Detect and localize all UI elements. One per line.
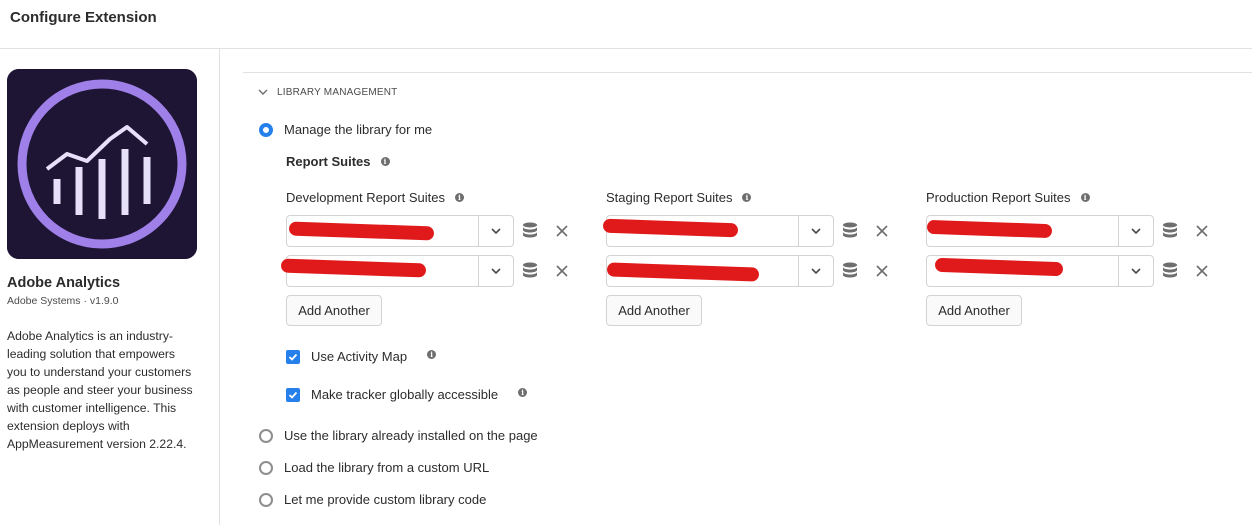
activity-map-checkbox[interactable] [286,349,300,364]
database-icon[interactable] [1160,260,1180,280]
radio-button[interactable] [259,460,273,475]
radio-button[interactable] [259,122,273,137]
radio-label: Load the library from a custom URL [284,460,490,475]
production-suite-input-1[interactable] [927,216,1118,246]
info-icon[interactable]: i [742,193,752,202]
radio-use-installed-library[interactable]: Use the library already installed on the… [259,428,538,443]
production-report-suites-label: Production Report Suites i [926,190,1090,205]
info-icon[interactable]: i [518,388,528,397]
development-suite-input-1[interactable] [287,216,478,246]
page-header: Configure Extension [0,0,1252,49]
development-suite-combobox-1[interactable] [286,215,514,247]
dropdown-button[interactable] [1118,256,1153,286]
database-icon[interactable] [840,220,860,240]
page-title: Configure Extension [10,9,157,26]
chevron-down-icon [811,228,821,235]
extension-sidebar: Adobe Analytics Adobe Systems · v1.9.0 A… [0,49,220,525]
extension-description: Adobe Analytics is an industry-leading s… [7,329,193,451]
column-label: Staging Report Suites [606,190,733,205]
close-icon[interactable] [872,221,892,241]
radio-custom-code[interactable]: Let me provide custom library code [259,492,486,507]
dropdown-button[interactable] [798,216,833,246]
info-icon[interactable]: i [1080,193,1090,202]
info-icon[interactable]: i [454,193,464,202]
extension-meta: Adobe Systems · v1.9.0 [7,295,119,307]
radio-button[interactable] [259,492,273,507]
radio-label: Manage the library for me [284,122,433,137]
staging-report-suites-label: Staging Report Suites i [606,190,752,205]
database-icon[interactable] [520,260,540,280]
database-icon[interactable] [1160,220,1180,240]
radio-label: Let me provide custom library code [284,492,487,507]
section-title: LIBRARY MANAGEMENT [277,86,398,98]
dropdown-button[interactable] [478,216,513,246]
staging-suite-combobox-2[interactable] [606,255,834,287]
radio-button[interactable] [259,428,273,443]
close-icon[interactable] [552,261,572,281]
radio-manage-library[interactable]: Manage the library for me [259,122,432,137]
close-icon[interactable] [1192,221,1212,241]
database-icon[interactable] [840,260,860,280]
dropdown-button[interactable] [798,256,833,286]
activity-map-label: Use Activity Map [311,349,408,364]
checkbox-row-tracker-global[interactable]: Make tracker globally accessible i [286,387,528,402]
close-icon[interactable] [552,221,572,241]
report-suites-label: Report Suites [286,154,371,169]
section-divider [243,72,1252,73]
radio-label: Use the library already installed on the… [284,428,538,443]
config-panel: LIBRARY MANAGEMENT Manage the library fo… [221,49,1252,525]
staging-add-another-button[interactable]: Add Another [606,295,702,326]
column-label: Production Report Suites [926,190,1071,205]
chevron-down-icon [491,268,501,275]
production-suite-input-2[interactable] [927,256,1118,286]
adobe-analytics-logo [7,69,197,259]
staging-suite-input-1[interactable] [607,216,798,246]
dropdown-button[interactable] [478,256,513,286]
staging-suite-input-2[interactable] [607,256,798,286]
chevron-down-icon [1131,268,1141,275]
info-icon[interactable]: i [427,350,437,359]
development-add-another-button[interactable]: Add Another [286,295,382,326]
production-suite-combobox-1[interactable] [926,215,1154,247]
report-suites-heading: Report Suites i [286,154,390,169]
production-add-another-button[interactable]: Add Another [926,295,1022,326]
close-icon[interactable] [1192,261,1212,281]
database-icon[interactable] [520,220,540,240]
tracker-global-label: Make tracker globally accessible [311,387,499,402]
radio-custom-url[interactable]: Load the library from a custom URL [259,460,489,475]
tracker-global-checkbox[interactable] [286,387,300,402]
extension-name: Adobe Analytics [7,275,121,291]
chevron-down-icon [1131,228,1141,235]
close-icon[interactable] [872,261,892,281]
section-toggle-library-management[interactable]: LIBRARY MANAGEMENT [257,86,397,98]
staging-suite-combobox-1[interactable] [602,215,834,247]
production-suite-combobox-2[interactable] [926,255,1154,287]
development-suite-input-2[interactable] [287,256,478,286]
chevron-down-icon [258,89,268,95]
development-suite-combobox-2[interactable] [280,255,514,287]
dropdown-button[interactable] [1118,216,1153,246]
column-label: Development Report Suites [286,190,445,205]
development-report-suites-label: Development Report Suites i [286,190,464,205]
chevron-down-icon [491,228,501,235]
chevron-down-icon [811,268,821,275]
info-icon[interactable]: i [380,157,390,166]
checkbox-row-activity-map[interactable]: Use Activity Map i [286,349,437,364]
